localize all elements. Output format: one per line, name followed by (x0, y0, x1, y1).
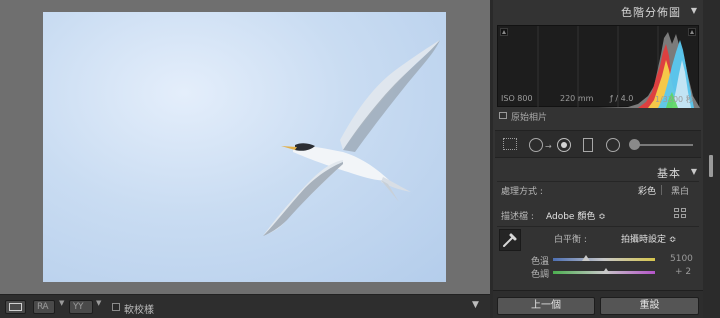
profile-divider (497, 226, 699, 227)
before-after-button[interactable]: RA (33, 300, 55, 314)
temp-slider-track[interactable] (553, 258, 655, 261)
temp-label: 色溫 (531, 257, 550, 267)
histogram-title: 色階分佈圖 (621, 6, 681, 19)
before-after-label: RA (37, 302, 49, 312)
treatment-label: 處理方式 : (501, 187, 543, 197)
temp-slider-knob[interactable] (582, 255, 590, 261)
treatment-color-option[interactable]: 彩色 (638, 184, 656, 197)
previous-button[interactable]: 上一個 (497, 297, 595, 315)
basic-divider (497, 181, 699, 182)
treatment-bw-option[interactable]: 黑白 (671, 184, 689, 197)
iso-readout: ISO 800 (501, 94, 533, 103)
panel-scrollbar[interactable] (703, 0, 720, 318)
swap-dropdown-icon[interactable]: ▼ (96, 299, 101, 307)
panel-footer: 上一個 重設 (493, 290, 703, 318)
white-balance-label: 白平衡 : (554, 235, 587, 245)
redeye-icon[interactable] (557, 138, 571, 152)
develop-module: RA ▼ YY ▼ 軟校樣 ▼ 色階分佈圖 ▼ ISO 800 220 mm ƒ… (0, 0, 720, 318)
basic-collapse-icon[interactable]: ▼ (691, 167, 697, 176)
tint-label: 色調 (531, 270, 550, 280)
radial-filter-icon[interactable] (606, 138, 620, 152)
toolbar-menu-icon[interactable]: ▼ (472, 300, 479, 310)
graduated-filter-icon[interactable] (583, 138, 593, 152)
shadow-clipping-icon[interactable] (500, 28, 508, 36)
loupe-view-icon (9, 303, 22, 311)
adjustment-brush-icon[interactable] (629, 139, 640, 150)
spot-removal-icon[interactable] (529, 138, 543, 152)
original-photo-label: 原始相片 (511, 113, 548, 123)
softproof-checkbox[interactable] (112, 303, 120, 311)
reset-button[interactable]: 重設 (600, 297, 699, 315)
loupe-view-button[interactable] (5, 300, 26, 314)
photo-preview[interactable] (43, 12, 446, 282)
scrollbar-thumb[interactable] (709, 155, 713, 177)
tool-strip: → (495, 130, 701, 158)
profile-select[interactable]: Adobe 顏色 ≎ (546, 209, 606, 222)
swap-label: YY (73, 302, 84, 312)
eyedropper-icon (503, 233, 517, 247)
panel-collapse-icon[interactable]: ▼ (691, 6, 697, 15)
highlight-clipping-icon[interactable] (688, 28, 696, 36)
treatment-separator (661, 185, 662, 195)
image-canvas[interactable] (0, 0, 490, 294)
tint-slider-knob[interactable] (602, 268, 610, 274)
profile-browser-icon[interactable] (674, 208, 687, 219)
aperture-readout: ƒ / 4.0 (610, 94, 634, 103)
right-panel: 色階分佈圖 ▼ ISO 800 220 mm ƒ / 4.0 1/3200 秒 (493, 0, 703, 318)
spot-arrow-icon: → (545, 142, 552, 151)
temp-value[interactable]: 5100 (670, 254, 693, 264)
eyedropper-button[interactable] (499, 229, 521, 251)
swap-before-after-button[interactable]: YY (69, 300, 93, 314)
profile-label: 描述檔 : (501, 212, 534, 222)
tint-value[interactable]: + 2 (675, 267, 691, 277)
focal-length-readout: 220 mm (560, 94, 594, 103)
shutter-readout: 1/3200 秒 (655, 95, 694, 104)
basic-title: 基本 (657, 167, 681, 180)
adjustment-brush-slider[interactable] (633, 144, 693, 146)
basic-header[interactable]: 基本 ▼ (493, 161, 703, 183)
grid-icon[interactable] (503, 138, 517, 150)
white-balance-select[interactable]: 拍攝時設定 ≎ (621, 232, 676, 245)
histogram-header[interactable]: 色階分佈圖 ▼ (493, 0, 703, 22)
before-after-dropdown-icon[interactable]: ▼ (59, 299, 64, 307)
original-photo-icon (499, 112, 507, 119)
tern-bird-image (263, 40, 440, 236)
softproof-label: 軟校樣 (124, 305, 154, 316)
bottom-toolbar: RA ▼ YY ▼ 軟校樣 ▼ (0, 294, 490, 318)
